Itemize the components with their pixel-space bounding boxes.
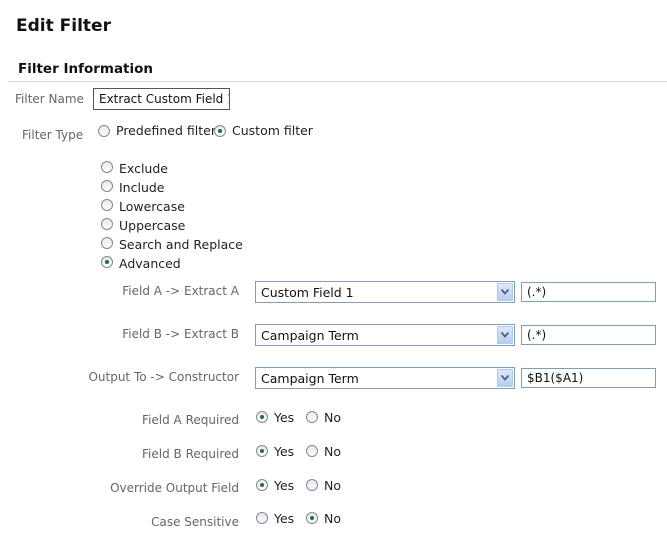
lowercase-radio[interactable]: [101, 199, 113, 211]
exclude-label: Exclude: [119, 161, 168, 176]
custom-filter-label: Custom filter: [232, 123, 313, 138]
uppercase-radio[interactable]: [101, 218, 113, 230]
output-to-selected: Campaign Term: [261, 371, 359, 386]
exclude-radio[interactable]: [101, 161, 113, 173]
field-a-required-yes-radio[interactable]: [256, 411, 268, 423]
field-b-required-yes-radio[interactable]: [256, 445, 268, 457]
search-and-replace-radio[interactable]: [101, 237, 113, 249]
field-a-select[interactable]: Custom Field 1: [255, 281, 515, 303]
field-b-required-yes-label: Yes: [274, 444, 295, 459]
field-b-selected: Campaign Term: [261, 328, 359, 343]
section-title: Filter Information: [18, 61, 154, 77]
extract-a-input[interactable]: (.*): [521, 282, 656, 302]
chevron-down-icon[interactable]: [497, 326, 513, 344]
case-sensitive-yes-label: Yes: [274, 511, 295, 526]
include-label: Include: [119, 180, 165, 195]
field-a-required-yes-label: Yes: [274, 410, 295, 425]
advanced-label: Advanced: [119, 256, 181, 271]
case-sensitive-label: Case Sensitive: [151, 515, 239, 529]
field-b-select[interactable]: Campaign Term: [255, 324, 515, 346]
search-and-replace-label: Search and Replace: [119, 237, 243, 252]
extract-b-input[interactable]: (.*): [521, 325, 656, 345]
field-b-required-no-label: No: [324, 444, 341, 459]
field-a-required-no-radio[interactable]: [306, 411, 318, 423]
output-to-select[interactable]: Campaign Term: [255, 367, 515, 389]
field-b-label: Field B -> Extract B: [122, 327, 239, 341]
override-output-yes-radio[interactable]: [256, 479, 268, 491]
page-title: Edit Filter: [16, 16, 111, 36]
field-a-required-no-label: No: [324, 410, 341, 425]
field-a-required-label: Field A Required: [142, 413, 239, 427]
output-to-label: Output To -> Constructor: [88, 370, 239, 384]
field-b-required-no-radio[interactable]: [306, 445, 318, 457]
override-output-label: Override Output Field: [110, 481, 239, 495]
override-output-yes-label: Yes: [274, 478, 295, 493]
field-a-label: Field A -> Extract A: [122, 284, 239, 298]
case-sensitive-no-radio[interactable]: [306, 512, 318, 524]
override-output-no-label: No: [324, 478, 341, 493]
case-sensitive-no-label: No: [324, 511, 341, 526]
uppercase-label: Uppercase: [119, 218, 186, 233]
case-sensitive-yes-radio[interactable]: [256, 512, 268, 524]
field-b-required-label: Field B Required: [142, 447, 239, 461]
filter-name-input[interactable]: Extract Custom Field 1 t: [93, 88, 230, 110]
constructor-input[interactable]: $B1($A1): [521, 368, 656, 388]
filter-type-label: Filter Type: [22, 128, 84, 142]
predefined-filter-radio[interactable]: [98, 125, 110, 137]
filter-name-label: Filter Name: [15, 92, 84, 106]
include-radio[interactable]: [101, 180, 113, 192]
custom-filter-radio[interactable]: [214, 125, 226, 137]
field-a-selected: Custom Field 1: [261, 285, 354, 300]
override-output-no-radio[interactable]: [306, 479, 318, 491]
predefined-filter-label: Predefined filter: [116, 123, 216, 138]
advanced-radio[interactable]: [101, 256, 113, 268]
chevron-down-icon[interactable]: [497, 369, 513, 387]
section-divider: [8, 81, 667, 82]
lowercase-label: Lowercase: [119, 199, 185, 214]
chevron-down-icon[interactable]: [497, 283, 513, 301]
